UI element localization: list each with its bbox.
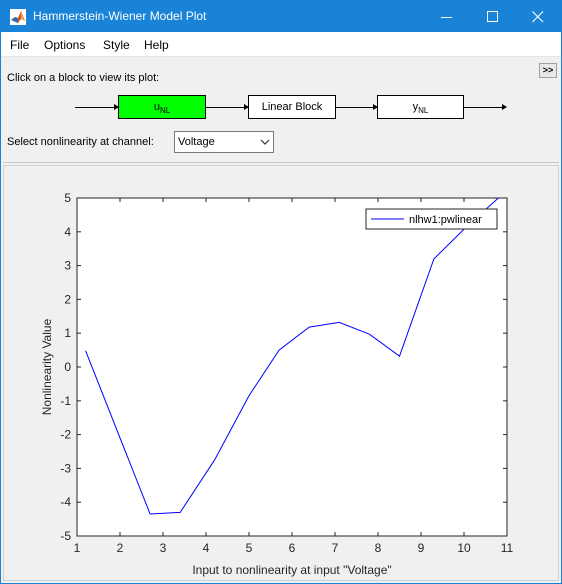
y-tick-label: 2 xyxy=(64,292,71,306)
app-window: Hammerstein-Wiener Model Plot File Optio… xyxy=(0,0,562,584)
window-title: Hammerstein-Wiener Model Plot xyxy=(33,9,207,23)
y-tick-label: 4 xyxy=(64,225,71,239)
menu-file[interactable]: File xyxy=(10,38,29,52)
x-tick-label: 2 xyxy=(117,541,124,555)
title-bar: Hammerstein-Wiener Model Plot xyxy=(1,1,561,32)
input-nonlinearity-block[interactable]: uNL xyxy=(118,95,206,119)
legend-label: nlhw1:pwlinear xyxy=(409,214,482,226)
menu-options[interactable]: Options xyxy=(44,38,85,52)
minimize-icon xyxy=(441,17,452,18)
y-axis-label: Nonlinearity Value xyxy=(40,318,54,415)
x-tick-label: 11 xyxy=(501,541,514,555)
output-arrow xyxy=(464,104,507,110)
block-selection-panel: >> Click on a block to view its plot: uN… xyxy=(3,59,559,163)
x-tick-label: 7 xyxy=(332,541,339,555)
x-tick-label: 8 xyxy=(375,541,382,555)
minimize-button[interactable] xyxy=(424,1,470,32)
connector-arrow-2 xyxy=(336,104,378,110)
x-tick-label: 1 xyxy=(74,541,81,555)
y-tick-label: -2 xyxy=(60,428,71,442)
linear-block[interactable]: Linear Block xyxy=(248,95,336,119)
x-tick-label: 5 xyxy=(246,541,253,555)
x-tick-label: 4 xyxy=(203,541,210,555)
legend: nlhw1:pwlinear xyxy=(365,208,498,230)
channel-select-value: Voltage xyxy=(178,136,215,148)
channel-select[interactable]: Voltage xyxy=(174,131,274,153)
y-tick-label: 3 xyxy=(64,259,71,273)
y-tick-label: -5 xyxy=(60,529,71,543)
menu-help[interactable]: Help xyxy=(144,38,169,52)
maximize-icon xyxy=(487,11,498,22)
menu-bar: File Options Style Help xyxy=(1,32,561,57)
close-button[interactable] xyxy=(515,1,561,32)
menu-style[interactable]: Style xyxy=(103,38,130,52)
x-tick-label: 3 xyxy=(160,541,167,555)
x-tick-label: 6 xyxy=(289,541,296,555)
y-tick-label: 0 xyxy=(64,360,71,374)
output-nonlinearity-block[interactable]: yNL xyxy=(377,95,464,119)
instruction-label: Click on a block to view its plot: xyxy=(7,72,160,84)
x-tick-label: 10 xyxy=(457,541,471,555)
x-axis-label: Input to nonlinearity at input "Voltage" xyxy=(192,563,391,577)
channel-label: Select nonlinearity at channel: xyxy=(7,136,154,148)
nonlinearity-chart: 1 2 3 4 5 6 7 8 9 10 11 -5 -4 -3 -2 -1 0 1 2 3 4 5 Input to no… xyxy=(40,191,514,577)
y-tick-label: 1 xyxy=(64,326,71,340)
input-arrow xyxy=(75,104,119,110)
y-tick-label: -1 xyxy=(60,394,71,408)
maximize-button[interactable] xyxy=(470,1,516,32)
close-icon xyxy=(532,11,544,23)
plot-panel: 1 2 3 4 5 6 7 8 9 10 11 -5 -4 -3 -2 -1 0 1 2 3 4 5 Input to no… xyxy=(3,165,559,581)
connector-arrow-1 xyxy=(206,104,249,110)
chevron-down-icon xyxy=(260,139,270,145)
output-nonlinearity-sub: NL xyxy=(418,106,429,116)
input-nonlinearity-sub: NL xyxy=(159,106,171,116)
y-tick-label: -4 xyxy=(60,495,71,509)
plot-area xyxy=(76,197,508,537)
y-tick-label: -3 xyxy=(60,461,71,475)
expand-button[interactable]: >> xyxy=(539,63,557,78)
matlab-logo-icon xyxy=(10,9,26,25)
x-tick-label: 9 xyxy=(418,541,425,555)
y-tick-label: 5 xyxy=(64,191,71,205)
